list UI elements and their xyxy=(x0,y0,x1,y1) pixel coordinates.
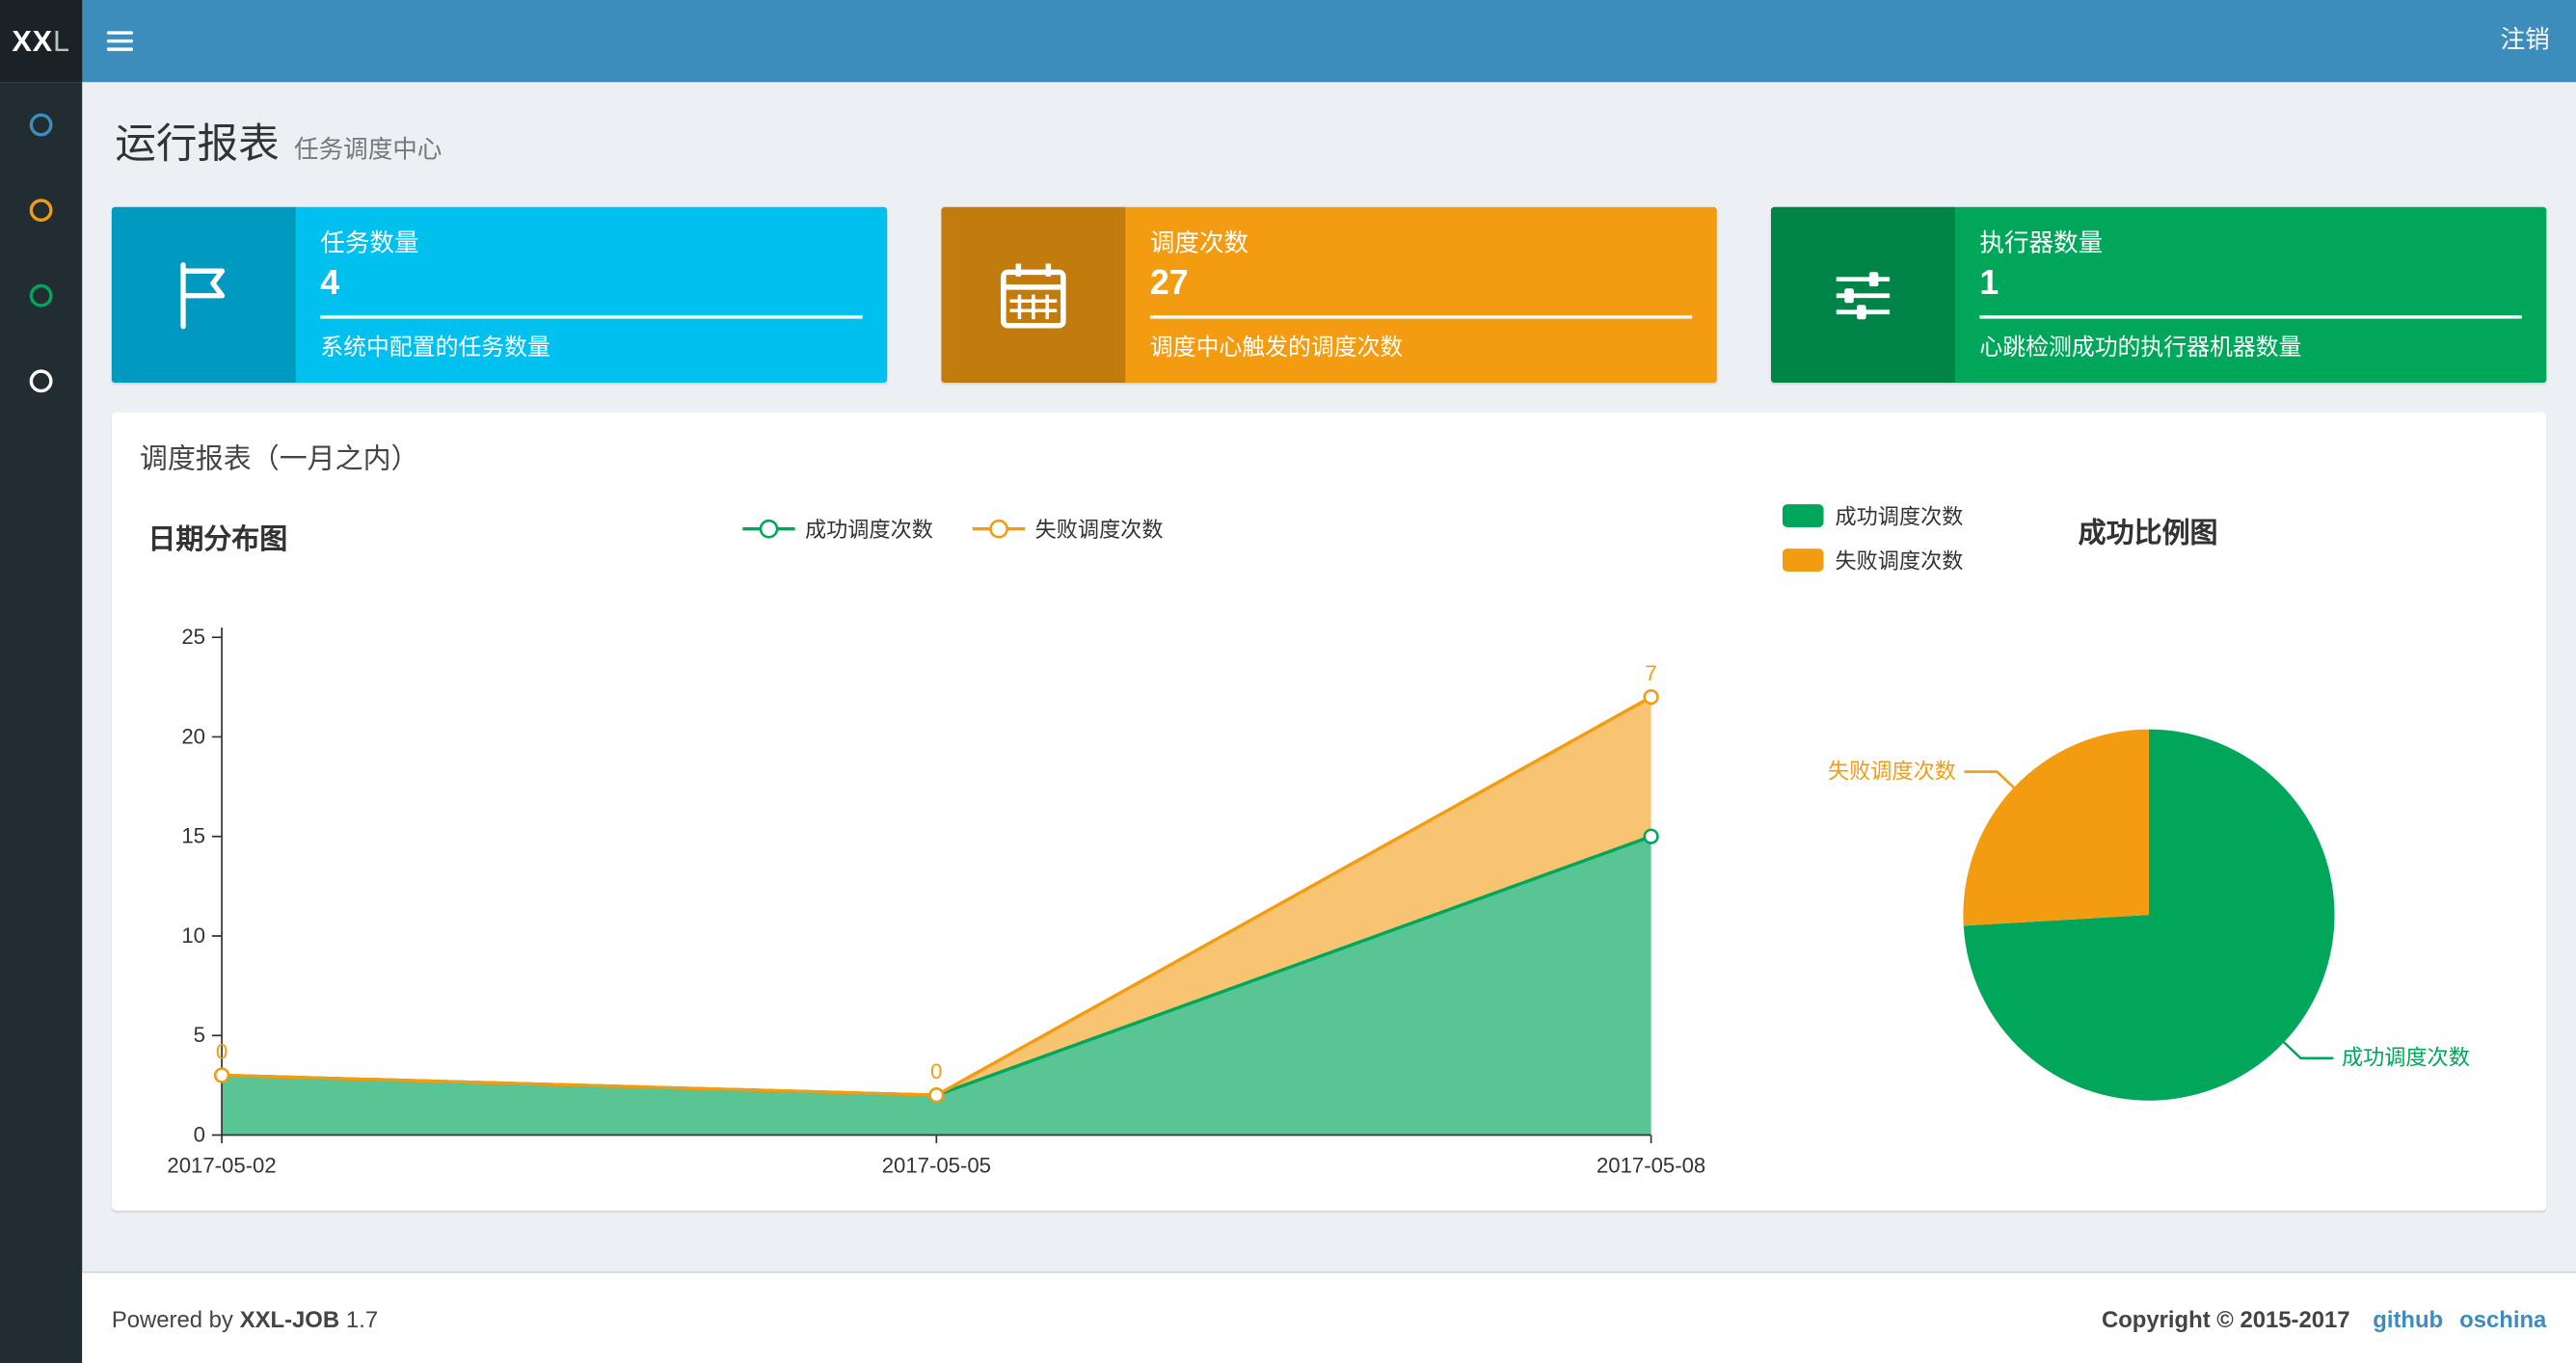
top-navbar: XX L 注销 xyxy=(0,0,2576,83)
legend-item[interactable]: 失败调度次数 xyxy=(1782,544,1963,575)
sliders-icon xyxy=(1770,206,1955,384)
svg-text:2017-05-08: 2017-05-08 xyxy=(1597,1154,1705,1178)
app-logo[interactable]: XX L xyxy=(0,0,83,83)
circle-icon xyxy=(29,283,53,307)
stat-value: 4 xyxy=(320,264,340,303)
stat-value: 27 xyxy=(1149,264,1189,303)
svg-text:15: 15 xyxy=(181,824,205,848)
content-header: 运行报表 任务调度中心 xyxy=(112,82,2546,177)
stat-box-jobs: 任务数量 4 系统中配置的任务数量 xyxy=(111,206,888,384)
pie-slice[interactable] xyxy=(1963,729,2149,926)
progress-line xyxy=(320,315,863,319)
svg-text:2017-05-05: 2017-05-05 xyxy=(882,1154,991,1178)
page-title-text: 运行报表 xyxy=(115,121,280,168)
svg-text:成功调度次数: 成功调度次数 xyxy=(2342,1046,2470,1070)
legend-item[interactable]: 成功调度次数 xyxy=(742,513,933,544)
flag-icon xyxy=(111,206,296,384)
logo-text-bold: XX xyxy=(12,23,53,57)
sidebar xyxy=(0,82,83,1363)
svg-text:0: 0 xyxy=(216,1040,228,1064)
powered-by: Powered by XXL-JOB 1.7 xyxy=(111,1304,379,1332)
logout-link[interactable]: 注销 xyxy=(2474,0,2576,82)
oschina-link[interactable]: oschina xyxy=(2459,1305,2546,1331)
page-subtitle: 任务调度中心 xyxy=(294,136,443,165)
progress-line xyxy=(1149,315,1693,319)
date-distribution-chart: 05101520252017-05-02 2017-05-05 2017-05-08… xyxy=(167,625,1705,1178)
svg-text:25: 25 xyxy=(181,625,205,649)
legend-item[interactable]: 成功调度次数 xyxy=(1782,499,1963,530)
legend-item[interactable]: 失败调度次数 xyxy=(972,513,1164,544)
svg-text:0: 0 xyxy=(194,1122,205,1146)
svg-text:5: 5 xyxy=(194,1023,205,1047)
fail-point[interactable] xyxy=(928,1087,945,1104)
circle-icon xyxy=(29,199,53,223)
svg-text:失败调度次数: 失败调度次数 xyxy=(1828,759,1956,783)
app-root: XX L 注销 运行报表 任务调度中心 任务数量 4 系统中配置的任务数量 调度… xyxy=(0,0,2576,1363)
stat-value: 1 xyxy=(1979,264,1999,303)
sidebar-toggle-button[interactable] xyxy=(82,0,156,82)
success-point[interactable] xyxy=(1643,828,1659,844)
pie-chart-title: 成功比例图 xyxy=(2078,517,2218,549)
circle-icon xyxy=(29,113,53,137)
success-ratio-chart-area: 成功调度次数 失败调度次数 成功比例图 成功调度次数 失败调度次数 xyxy=(1782,490,2513,1204)
svg-text:2017-05-02: 2017-05-02 xyxy=(167,1154,276,1178)
report-panel-title: 调度报表（一月之内） xyxy=(139,443,419,475)
copyright: Copyright © 2015-2017 github oschina xyxy=(2101,1304,2547,1332)
sidebar-item-4[interactable] xyxy=(0,338,82,424)
sidebar-item-1[interactable] xyxy=(0,82,82,168)
svg-text:10: 10 xyxy=(181,923,205,948)
circle-icon xyxy=(29,369,53,393)
date-distribution-chart-area: 日期分布图 成功调度次数 失败调度次数 0 5 10 15 20 25 2017-05-02 2… xyxy=(140,490,1766,1204)
svg-text:0: 0 xyxy=(930,1059,942,1083)
fail-point[interactable] xyxy=(213,1067,230,1083)
stat-label: 任务数量 xyxy=(320,229,419,258)
pie-chart-legend: 成功调度次数 失败调度次数 xyxy=(1782,499,1963,588)
calendar-icon xyxy=(941,206,1126,384)
success-ratio-pie-chart: 成功调度次数 失败调度次数 xyxy=(1828,729,2470,1101)
page-title: 运行报表 任务调度中心 xyxy=(115,119,2543,177)
hamburger-icon xyxy=(105,31,133,35)
line-chart-legend: 成功调度次数 失败调度次数 xyxy=(140,513,1766,548)
github-link[interactable]: github xyxy=(2373,1305,2443,1331)
stat-boxes-row: 任务数量 4 系统中配置的任务数量 调度次数 27 调度中心触发的调度次数 执行… xyxy=(111,206,2547,384)
stat-description: 系统中配置的任务数量 xyxy=(320,333,550,361)
fail-point[interactable] xyxy=(1643,689,1659,706)
svg-text:7: 7 xyxy=(1645,661,1656,685)
svg-text:20: 20 xyxy=(181,724,205,748)
report-panel: 调度报表（一月之内） 日期分布图 成功调度次数 失败调度次数 0 5 10 15 20 25… xyxy=(111,412,2547,1211)
stat-description: 调度中心触发的调度次数 xyxy=(1149,333,1404,361)
stat-box-triggers: 调度次数 27 调度中心触发的调度次数 xyxy=(941,206,1717,384)
stat-label: 调度次数 xyxy=(1149,229,1249,258)
logo-text-light: L xyxy=(52,23,70,57)
legend-swatch-icon xyxy=(1782,548,1824,572)
legend-marker-icon xyxy=(972,519,1026,538)
progress-line xyxy=(1979,315,2522,319)
legend-swatch-icon xyxy=(1782,503,1824,527)
stat-description: 心跳检测成功的执行器机器数量 xyxy=(1979,333,2302,361)
stat-box-executors: 执行器数量 1 心跳检测成功的执行器机器数量 xyxy=(1770,206,2547,384)
legend-marker-icon xyxy=(742,519,795,538)
sidebar-item-3[interactable] xyxy=(0,253,82,338)
footer: Powered by XXL-JOB 1.7 Copyright © 2015-20… xyxy=(82,1270,2576,1363)
main-content: 运行报表 任务调度中心 任务数量 4 系统中配置的任务数量 调度次数 27 调度… xyxy=(82,82,2576,1272)
stat-label: 执行器数量 xyxy=(1979,229,2104,258)
sidebar-item-2[interactable] xyxy=(0,168,82,254)
